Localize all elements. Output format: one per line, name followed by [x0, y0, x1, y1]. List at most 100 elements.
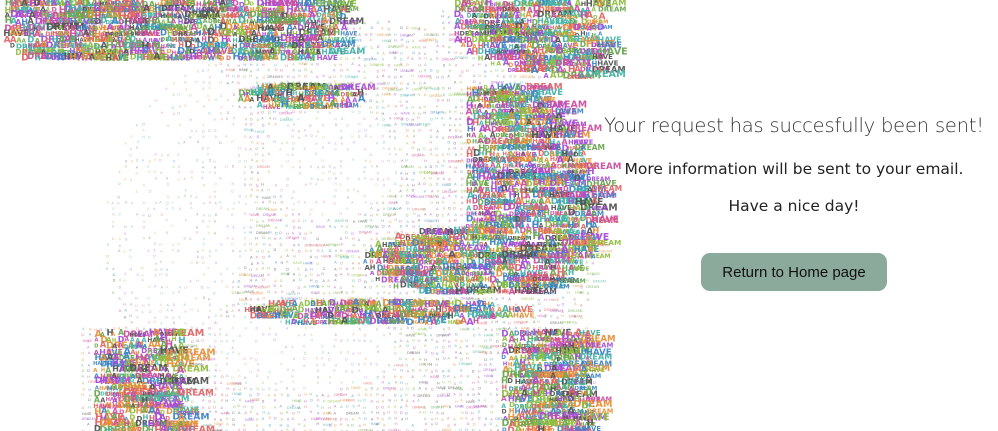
artwork-glyph: D	[520, 315, 523, 319]
return-home-button[interactable]: Return to Home page	[701, 253, 887, 291]
artwork-glyph: H	[460, 388, 463, 392]
artwork-glyph: D	[81, 358, 84, 362]
artwork-glyph: D	[358, 279, 361, 283]
artwork-glyph: H	[453, 146, 456, 150]
artwork-glyph: A	[399, 189, 402, 193]
artwork-glyph: D	[243, 75, 246, 79]
artwork-glyph: A	[459, 123, 462, 127]
artwork-glyph: H	[321, 406, 324, 410]
artwork-glyph: D	[161, 154, 164, 158]
artwork-glyph: D	[358, 111, 361, 115]
artwork-glyph: D	[382, 117, 385, 121]
artwork-glyph: D	[215, 261, 218, 265]
artwork-glyph: H	[448, 344, 451, 348]
artwork-glyph: A	[286, 410, 289, 414]
artwork-glyph: A	[197, 250, 200, 254]
artwork-glyph: A	[461, 196, 464, 200]
artwork-glyph: A	[309, 249, 312, 253]
artwork-glyph: H	[455, 105, 458, 109]
artwork-glyph: H	[287, 75, 290, 79]
artwork-glyph: H	[107, 201, 110, 205]
artwork-glyph: H	[261, 417, 264, 421]
artwork-glyph: D	[231, 140, 234, 144]
artwork-glyph: D	[161, 213, 164, 217]
artwork-glyph: D	[172, 207, 175, 211]
artwork-glyph: H	[274, 406, 277, 410]
artwork-glyph: A	[387, 104, 390, 108]
artwork-glyph: A	[436, 44, 439, 48]
artwork-glyph: H	[275, 226, 278, 230]
artwork-glyph: D	[177, 196, 180, 200]
artwork-glyph: A	[225, 333, 228, 337]
artwork-glyph: H	[407, 34, 410, 38]
artwork-glyph: H	[232, 272, 235, 276]
artwork-glyph: H	[370, 400, 373, 404]
artwork-glyph: H	[130, 134, 133, 138]
artwork-glyph: A	[136, 123, 139, 127]
artwork-glyph: H	[268, 102, 274, 110]
artwork-glyph: D	[256, 374, 259, 378]
artwork-glyph: D	[118, 286, 121, 290]
artwork-glyph: H	[281, 75, 284, 79]
artwork-glyph: A	[280, 219, 283, 223]
artwork-glyph: A	[167, 304, 170, 308]
artwork-glyph: H	[124, 315, 127, 319]
confirmation-panel: Your request has succesfully been sent! …	[600, 0, 988, 431]
artwork-glyph: A	[136, 213, 139, 217]
artwork-glyph: H	[376, 232, 379, 236]
artwork-glyph: A	[257, 118, 260, 122]
artwork-glyph: H	[285, 248, 288, 252]
artwork-glyph: D	[237, 74, 240, 78]
artwork-glyph: HAVE	[255, 130, 265, 134]
artwork-glyph: A	[154, 284, 157, 288]
artwork-glyph: D	[496, 344, 499, 348]
artwork-glyph: A	[233, 116, 236, 120]
artwork-glyph: D	[286, 183, 289, 187]
artwork-glyph: H	[81, 375, 84, 379]
artwork-glyph: D	[411, 68, 414, 72]
artwork-glyph: D	[490, 351, 493, 355]
artwork-glyph: A	[232, 285, 235, 289]
artwork-glyph: D	[381, 417, 384, 421]
artwork-glyph: A	[341, 243, 344, 247]
artwork-glyph: H	[358, 104, 361, 108]
artwork-glyph: A	[376, 328, 379, 332]
artwork-glyph: D	[292, 147, 295, 151]
artwork-glyph: A	[124, 142, 127, 146]
artwork-glyph: D	[437, 99, 440, 103]
artwork-glyph: H	[418, 63, 421, 67]
artwork-glyph: A	[191, 129, 194, 133]
artwork-glyph: D	[381, 134, 384, 138]
artwork-glyph: D	[411, 146, 414, 150]
artwork-glyph: H	[82, 388, 85, 392]
artwork-glyph: H	[220, 314, 223, 318]
artwork-glyph: A	[262, 200, 265, 204]
artwork-glyph: A	[400, 327, 403, 331]
artwork-glyph: H	[238, 146, 241, 150]
artwork-glyph: H	[472, 388, 475, 392]
artwork-glyph: H	[381, 160, 384, 164]
artwork-glyph: H	[424, 393, 427, 397]
artwork-glyph: D	[251, 188, 254, 192]
artwork-glyph: H	[371, 165, 374, 169]
artwork-glyph: D	[496, 340, 499, 344]
artwork-glyph: A	[544, 72, 550, 80]
artwork-glyph: H	[466, 345, 469, 349]
artwork-glyph: D	[243, 226, 246, 230]
artwork-glyph: D	[292, 110, 295, 114]
artwork-glyph: A	[322, 285, 325, 289]
artwork-glyph: A	[249, 225, 252, 229]
artwork-glyph: H	[130, 303, 133, 307]
artwork-glyph: D	[209, 195, 212, 199]
artwork-glyph: HAVE	[316, 225, 326, 229]
artwork-glyph: D	[298, 250, 301, 254]
artwork-glyph: H	[424, 190, 427, 194]
artwork-glyph: H	[142, 304, 145, 308]
artwork-glyph: H	[310, 165, 313, 169]
artwork-glyph: H	[449, 123, 452, 127]
artwork-glyph: D	[304, 68, 307, 72]
artwork-glyph: D	[262, 278, 265, 282]
artwork-glyph: H	[459, 381, 462, 385]
artwork-glyph: A	[417, 398, 420, 402]
artwork-glyph: D	[233, 387, 236, 391]
